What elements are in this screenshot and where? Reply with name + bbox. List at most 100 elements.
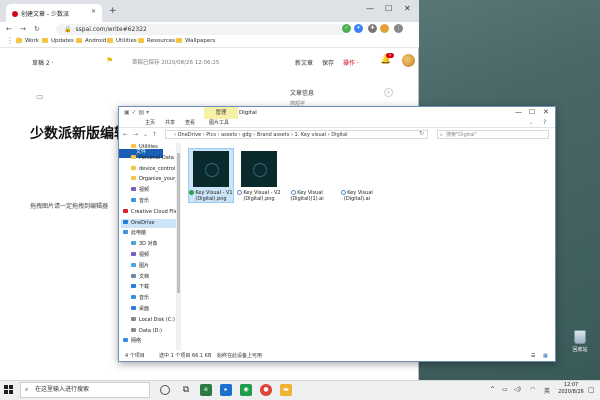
nav-item-label: 下载	[139, 284, 150, 291]
windows-start-button[interactable]	[4, 385, 14, 395]
save-button[interactable]: 保存	[322, 58, 334, 67]
app-icon[interactable]: ▸	[220, 384, 232, 396]
recent-locations-icon[interactable]: ⌄	[143, 131, 148, 138]
taskbar-search-box[interactable]: ⌕ 在这里输入进行搜索	[20, 382, 150, 398]
folder-icon	[131, 165, 136, 170]
network-icon[interactable]: ▭	[502, 386, 508, 393]
nav-item[interactable]: 音乐	[121, 197, 177, 206]
video-icon	[131, 187, 136, 192]
extension-icon[interactable]: ▾	[354, 24, 363, 33]
bookmark-folder[interactable]: Work	[16, 38, 39, 44]
nav-item[interactable]: 此电脑	[121, 229, 177, 238]
extension-icon[interactable]: ✓	[342, 24, 351, 33]
forward-button[interactable]: →	[133, 131, 138, 138]
maximize-button[interactable]: ☐	[385, 4, 392, 13]
forward-button[interactable]: →	[20, 25, 26, 33]
wifi-icon[interactable]: ◠	[530, 386, 535, 393]
close-tab-icon[interactable]: ✕	[91, 8, 96, 15]
nav-item[interactable]: Data (D:)	[121, 327, 177, 336]
cortana-icon[interactable]	[160, 385, 170, 395]
volume-icon[interactable]: ◁)	[514, 386, 521, 393]
nav-item[interactable]: 文档	[121, 273, 177, 282]
minimize-button[interactable]: —	[366, 4, 374, 13]
nav-item[interactable]: 视频	[121, 251, 177, 260]
disk-icon	[131, 327, 136, 332]
lightbulb-icon[interactable]: ⚑	[106, 56, 113, 65]
article-title[interactable]: 少数派新版编辑器	[30, 123, 118, 143]
bookmark-folder[interactable]: Updates	[42, 38, 74, 44]
recycle-bin-shortcut[interactable]: 回收站	[566, 330, 594, 353]
notification-center-icon[interactable]: ▢	[588, 386, 595, 394]
nav-item[interactable]: Organize_your_li	[121, 175, 177, 184]
up-button[interactable]: ↑	[152, 131, 157, 138]
nav-item[interactable]: 下载	[121, 283, 177, 292]
bookmark-folder[interactable]: Android	[76, 38, 106, 44]
file-item[interactable]: Key Visual (Digital).ai	[335, 149, 379, 202]
help-icon[interactable]: ?	[543, 119, 546, 126]
file-explorer-icon[interactable]: ▬	[280, 384, 292, 396]
refresh-icon[interactable]: ↻	[419, 130, 424, 137]
new-tab-button[interactable]: +	[109, 6, 117, 16]
ribbon-tab-share[interactable]: 共享	[161, 119, 179, 128]
manage-context-tab[interactable]: 管理	[204, 107, 238, 119]
back-button[interactable]: ←	[6, 25, 12, 33]
ribbon-tab-view[interactable]: 查看	[181, 119, 199, 128]
minimize-button[interactable]: —	[515, 108, 522, 116]
folder-icon	[107, 38, 113, 43]
nav-item[interactable]: 音乐	[121, 294, 177, 303]
nav-item[interactable]: 网络	[121, 337, 177, 346]
reload-button[interactable]: ↻	[34, 25, 40, 33]
address-bar[interactable]: 🔒 sspai.com/write#62322	[56, 24, 346, 35]
file-item[interactable]: Key Visual (Digital)(1).ai	[285, 149, 329, 202]
nav-item[interactable]: OneDrive	[121, 218, 177, 228]
tray-overflow-icon[interactable]: ^	[490, 386, 495, 393]
nav-item[interactable]: 图片	[121, 262, 177, 271]
new-article-button[interactable]: 新文章	[295, 58, 313, 67]
quick-access-toolbar[interactable]: ▣ ✓ ▤ ▾	[124, 109, 149, 116]
nav-item[interactable]: 视频	[121, 186, 177, 195]
system-clock[interactable]: 12:07 2020/8/26	[556, 382, 586, 396]
ribbon-tab-home[interactable]: 主页	[141, 119, 159, 128]
task-view-icon[interactable]: ⧉	[180, 384, 192, 396]
nav-item[interactable]: Personal Data	[121, 154, 177, 163]
maximize-button[interactable]: ☐	[529, 108, 535, 116]
file-item[interactable]: Key Visual - V2 (Digital).png	[237, 149, 281, 202]
file-item[interactable]: Key Visual - V1 (Digital).png	[188, 148, 234, 203]
nav-item[interactable]: 桌面	[121, 305, 177, 314]
nav-item-label: device_control	[139, 165, 176, 172]
close-window-button[interactable]: ✕	[404, 4, 411, 13]
details-view-icon[interactable]: ☰	[531, 351, 535, 361]
close-window-button[interactable]: ✕	[543, 108, 549, 116]
thumbnail-view-icon[interactable]: ▦	[543, 351, 548, 361]
scrollbar-thumb[interactable]	[177, 153, 180, 293]
actions-button[interactable]: 操作 ·	[343, 58, 359, 67]
search-input[interactable]: ⌕ 搜索"Digital"	[437, 130, 549, 139]
puzzle-extension-icon[interactable]: ✚	[368, 24, 377, 33]
input-method-indicator[interactable]: 英	[544, 386, 550, 395]
user-avatar[interactable]	[402, 54, 415, 67]
wechat-icon[interactable]: ◉	[240, 384, 252, 396]
nav-item[interactable]: device_control	[121, 165, 177, 174]
breadcrumb[interactable]: › OneDrive › Pics › assets › gdg › Brand…	[165, 130, 428, 139]
nav-item[interactable]: Utilities	[121, 143, 177, 152]
draft-selector[interactable]: 草稿 2 ·	[32, 58, 54, 67]
edge-browser-icon[interactable]: e	[200, 384, 212, 396]
back-button[interactable]: ←	[123, 131, 128, 138]
image-placeholder-icon[interactable]: ▭	[36, 92, 44, 101]
menu-icon[interactable]: ⋮	[394, 24, 403, 33]
bookmark-folder[interactable]: Utilities	[107, 38, 137, 44]
profile-avatar[interactable]	[380, 24, 389, 33]
nav-item[interactable]: 3D 对象	[121, 240, 177, 249]
sync-complete-icon	[189, 190, 195, 195]
desktop-icon	[131, 306, 136, 310]
chrome-icon[interactable]: ●	[260, 384, 272, 396]
search-icon: ⌕	[25, 386, 29, 393]
nav-item[interactable]: Local Disk (C:)	[121, 316, 177, 325]
browser-tab[interactable]: 创建文章 - 少数派 ✕	[6, 4, 102, 22]
expand-ribbon-icon[interactable]: ⌄	[529, 120, 533, 126]
bookmark-folder[interactable]: Wallpapers	[176, 38, 215, 44]
bookmark-folder[interactable]: Resources	[138, 38, 175, 44]
nav-item[interactable]: Creative Cloud File	[121, 208, 177, 217]
chevron-right-icon[interactable]: ›	[384, 88, 393, 97]
ribbon-tab-picture-tools[interactable]: 图片工具	[205, 119, 233, 128]
